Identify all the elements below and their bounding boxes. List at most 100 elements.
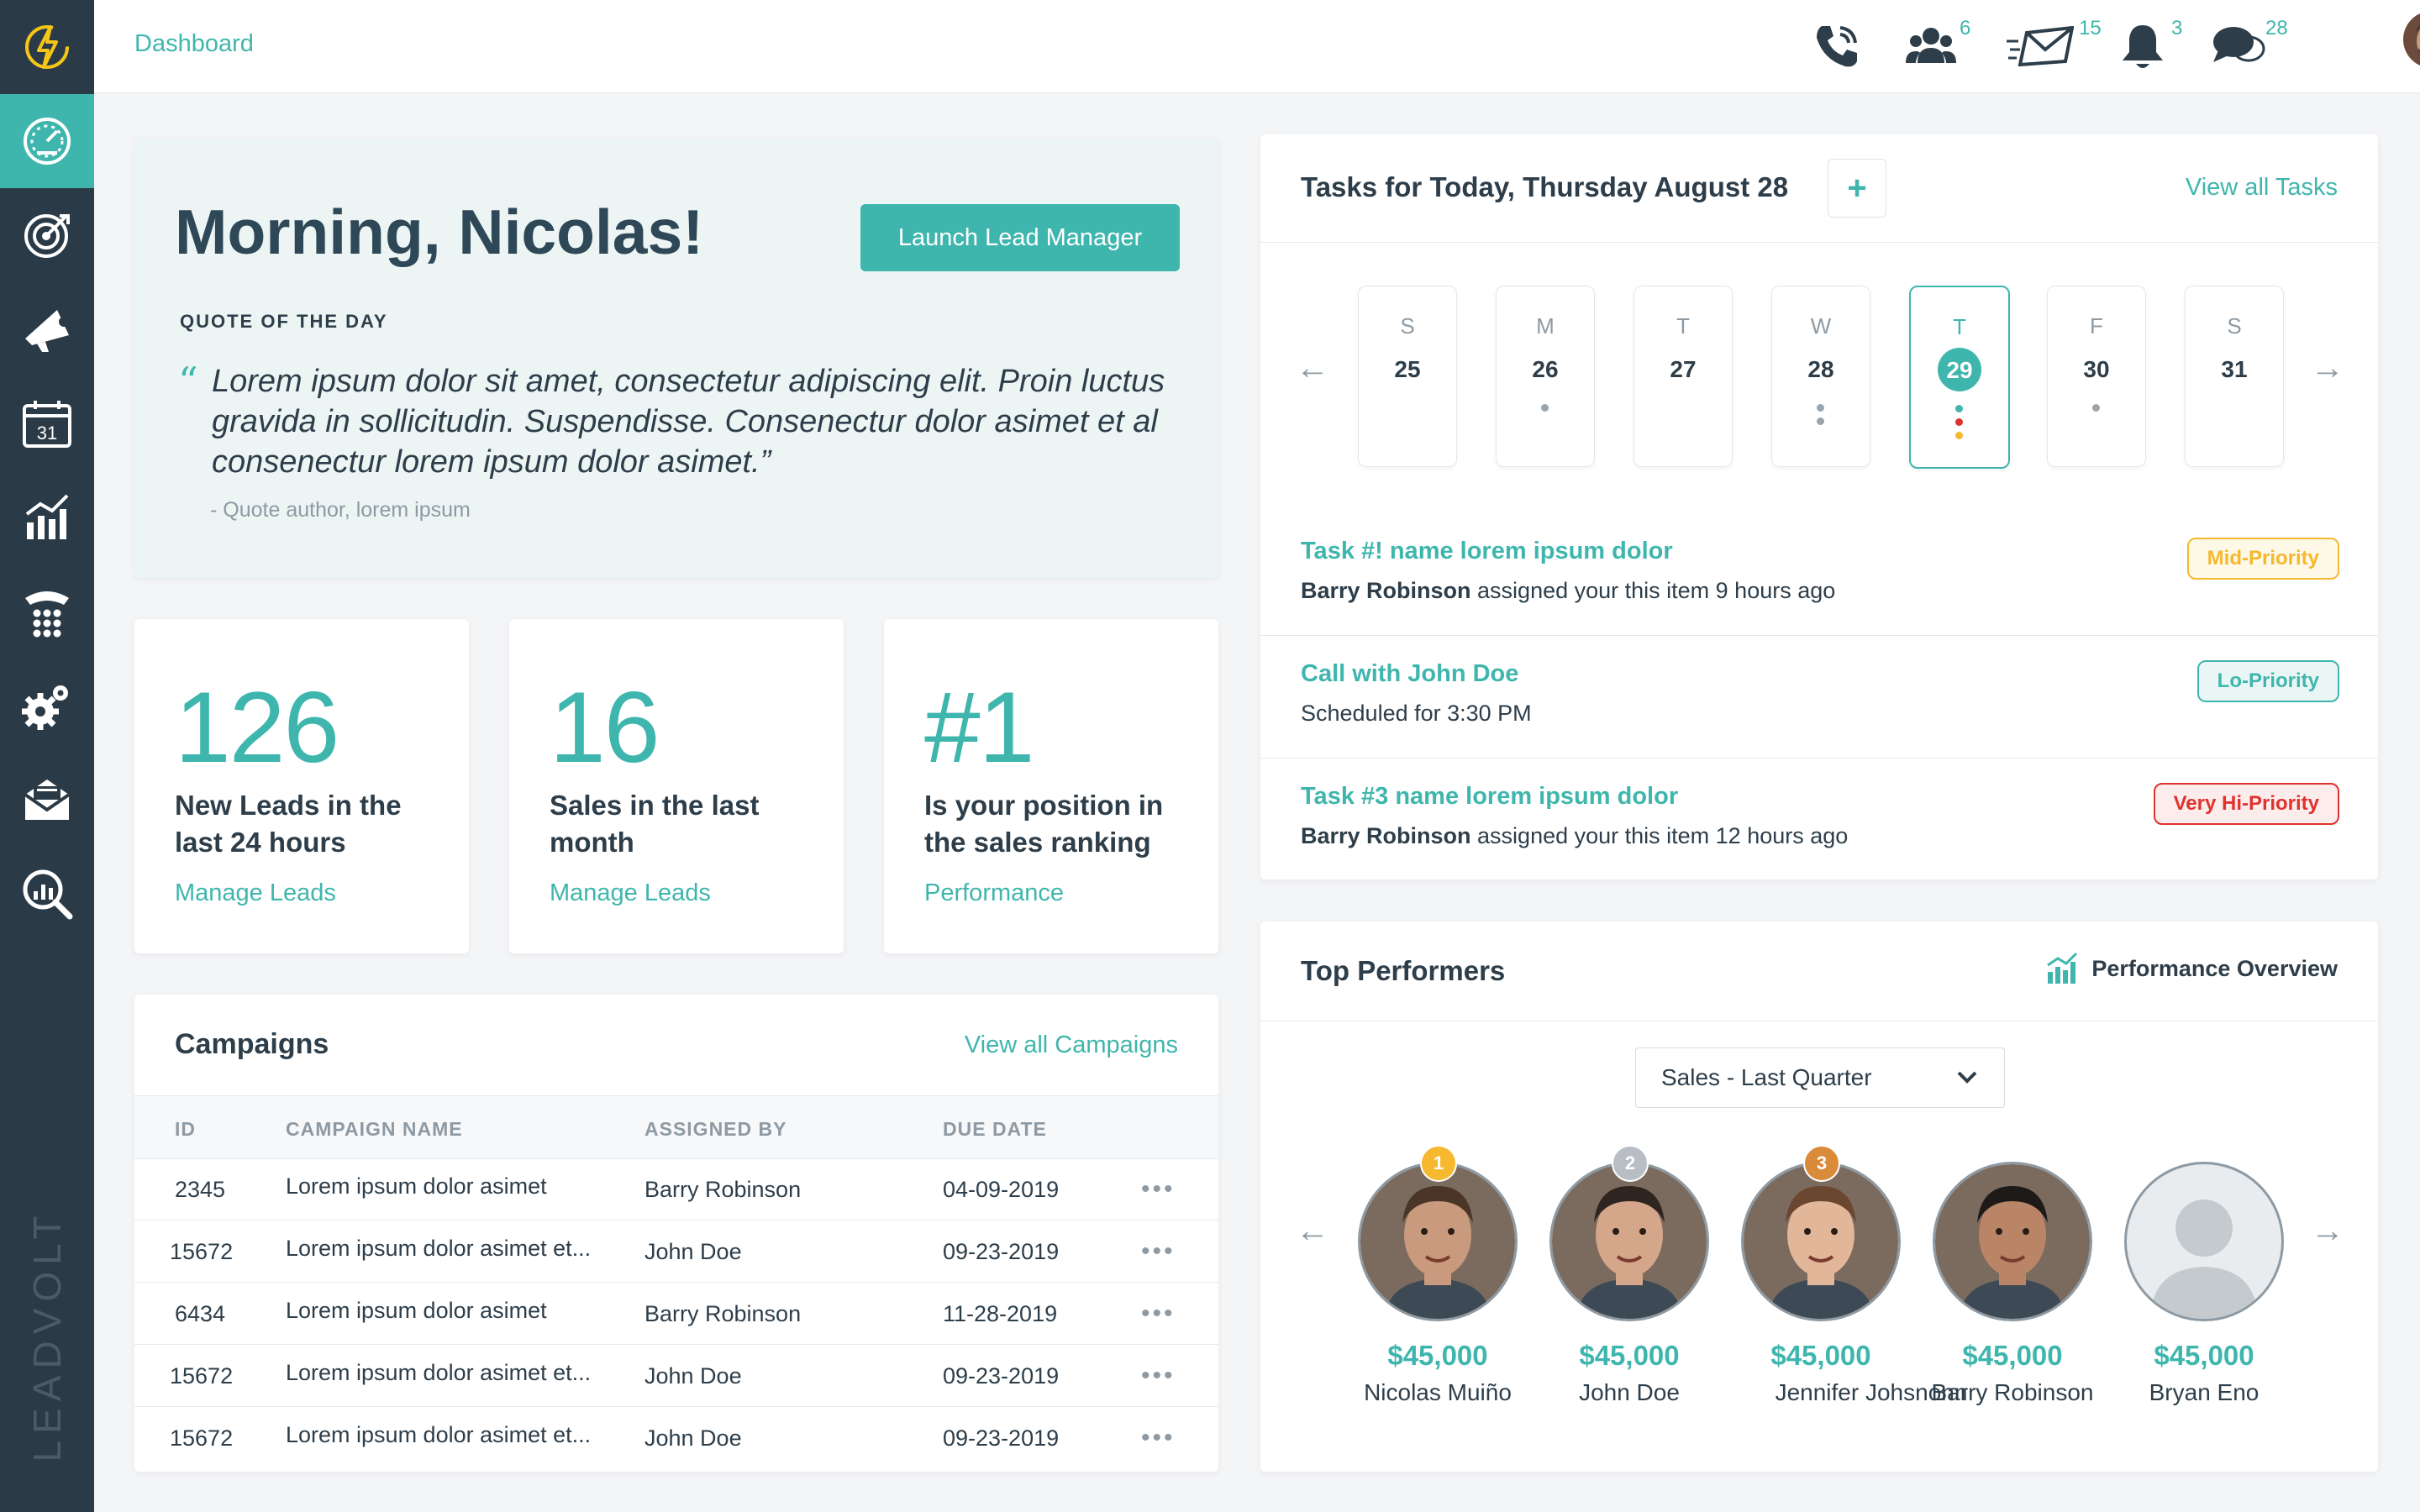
launch-lead-manager-button[interactable]: Launch Lead Manager [860,204,1180,271]
user-avatar[interactable] [2402,11,2420,68]
cell-assigned-by: John Doe [644,1425,742,1451]
task-subtitle: Scheduled for 3:30 PM [1301,701,1532,727]
table-row[interactable]: 15672 Lorem ipsum dolor asimet et... Joh… [134,1345,1218,1407]
view-all-tasks-link[interactable]: View all Tasks [2186,174,2338,202]
quote-text: Lorem ipsum dolor sit amet, consectetur … [212,364,1165,480]
sidebar-item-mail[interactable] [0,753,94,847]
task-title[interactable]: Call with John Doe [1301,660,1518,688]
task-item[interactable]: Task #! name lorem ipsum dolor Barry Rob… [1260,512,2378,636]
table-row[interactable]: 6434 Lorem ipsum dolor asimet Barry Robi… [134,1283,1218,1345]
period-select[interactable]: Sales - Last Quarter [1635,1047,2005,1108]
calendar-day[interactable]: S 25 [1358,286,1457,467]
task-title[interactable]: Task #! name lorem ipsum dolor [1301,538,1673,565]
sidebar-item-reports[interactable] [0,470,94,564]
topbar-team[interactable]: 6 [1906,17,1970,72]
row-more-icon[interactable]: ••• [1141,1362,1176,1390]
megaphone-icon [25,310,69,352]
performer-avatar [2124,1162,2284,1321]
task-meta: assigned your this item 9 hours ago [1470,578,1836,603]
task-title[interactable]: Task #3 name lorem ipsum dolor [1301,783,1678,811]
table-row[interactable]: 15672 Lorem ipsum dolor asimet et... Joh… [134,1407,1218,1468]
calendar-day[interactable]: T 27 [1634,286,1733,467]
calendar-icon: 31 [23,401,71,448]
cell-due-date: 04-09-2019 [943,1177,1060,1202]
sidebar-item-targets[interactable] [0,188,94,282]
calendar-next-arrow-icon[interactable]: → [2311,349,2344,387]
stat-card-leads: 126 New Leads in the last 24 hours Manag… [134,619,469,953]
cell-campaign-name[interactable]: Lorem ipsum dolor asimet et... [286,1360,591,1386]
add-task-button[interactable]: + [1828,159,1886,218]
users-icon [1906,28,1956,63]
row-more-icon[interactable]: ••• [1141,1424,1176,1452]
manage-leads-link[interactable]: Manage Leads [175,879,336,907]
breadcrumb[interactable]: Dashboard [134,30,254,58]
quote-label: QUOTE OF THE DAY [180,311,388,332]
performance-overview-link[interactable]: Performance Overview [2046,952,2338,985]
performer-card[interactable]: 1 $45,000 Nicolas Muiño [1358,1145,1526,1447]
stat-description: Sales in the last month [550,790,760,858]
performer-card[interactable]: 3 $45,000 Jennifer Johsnonn [1741,1145,1967,1447]
column-header[interactable]: CAMPAIGN NAME [286,1118,463,1141]
performers-prev-arrow-icon[interactable]: ← [1296,1212,1329,1250]
calendar-day[interactable]: T 29 [1909,286,2010,469]
table-row[interactable]: 2345 Lorem ipsum dolor asimet Barry Robi… [134,1158,1218,1221]
app-logo[interactable] [0,0,94,94]
topbar-notifications[interactable]: 3 [2121,17,2182,72]
day-number: 30 [2083,356,2110,382]
sidebar-item-settings[interactable] [0,659,94,753]
brand-wordmark: LEADVOLT [25,1209,69,1462]
row-more-icon[interactable]: ••• [1141,1237,1176,1266]
sidebar-item-calls[interactable] [0,564,94,659]
topbar-phone[interactable] [1813,20,1860,72]
task-dot [1955,405,1963,412]
calendar-day[interactable]: S 31 [2185,286,2284,467]
calendar-prev-arrow-icon[interactable]: ← [1296,349,1329,387]
priority-badge: Lo-Priority [2196,660,2339,702]
row-more-icon[interactable]: ••• [1141,1299,1176,1328]
bell-icon [2123,25,2163,68]
task-item[interactable]: Call with John Doe Scheduled for 3:30 PM… [1260,635,2378,759]
performer-card[interactable]: 2 $45,000 John Doe [1549,1145,1718,1447]
table-row[interactable]: 15672 Lorem ipsum dolor asimet et... Joh… [134,1221,1218,1283]
topbar-messages[interactable]: 15 [2007,17,2102,72]
task-assigner: Barry Robinson [1301,823,1471,848]
manage-leads-link[interactable]: Manage Leads [550,879,711,907]
task-subtitle: Barry Robinson assigned your this item 1… [1301,823,1848,849]
task-item[interactable]: Task #3 name lorem ipsum dolor Barry Rob… [1260,758,2378,880]
performers-next-arrow-icon[interactable]: → [2311,1212,2344,1250]
cell-campaign-name[interactable]: Lorem ipsum dolor asimet et... [286,1422,591,1448]
performance-link[interactable]: Performance [924,879,1064,907]
column-header[interactable]: ASSIGNED BY [644,1118,786,1141]
phone-keypad-icon [25,591,69,638]
greeting-card: Morning, Nicolas! Launch Lead Manager QU… [134,139,1218,578]
calendar-day[interactable]: W 28 [1771,286,1870,467]
messages-count: 15 [2079,17,2102,39]
cell-campaign-name[interactable]: Lorem ipsum dolor asimet [286,1173,547,1200]
performer-card[interactable]: $45,000 Barry Robinson [1932,1162,2101,1447]
topbar-chat[interactable]: 28 [2212,17,2288,72]
performer-name: Barry Robinson [1931,1379,2094,1405]
column-header[interactable]: ID [175,1118,196,1141]
row-more-icon[interactable]: ••• [1141,1175,1176,1204]
performer-name: John Doe [1579,1379,1680,1405]
performer-amount: $45,000 [2154,1340,2254,1371]
cell-campaign-name[interactable]: Lorem ipsum dolor asimet et... [286,1236,591,1262]
day-letter: F [2090,313,2103,339]
view-all-campaigns-link[interactable]: View all Campaigns [965,1032,1178,1059]
cell-due-date: 09-23-2019 [943,1239,1060,1264]
cell-id: 6434 [175,1301,226,1326]
sidebar-item-calendar[interactable]: 31 [0,376,94,470]
sidebar-item-campaigns[interactable] [0,282,94,376]
sidebar-item-dashboard[interactable] [0,94,94,188]
performer-card[interactable]: $45,000 Bryan Eno [2124,1162,2292,1447]
sidebar-item-analytics[interactable] [0,847,94,941]
calendar-day[interactable]: F 30 [2047,286,2146,467]
stat-card-ranking: #1 Is your position in the sales ranking… [884,619,1218,953]
cell-campaign-name[interactable]: Lorem ipsum dolor asimet [286,1298,547,1324]
performer-avatar [1358,1162,1518,1321]
greeting-title: Morning, Nicolas! [175,197,704,267]
stat-value: 16 [550,671,660,784]
quote-mark: “ [178,359,198,404]
calendar-day[interactable]: M 26 [1496,286,1595,467]
column-header[interactable]: DUE DATE [943,1118,1047,1141]
